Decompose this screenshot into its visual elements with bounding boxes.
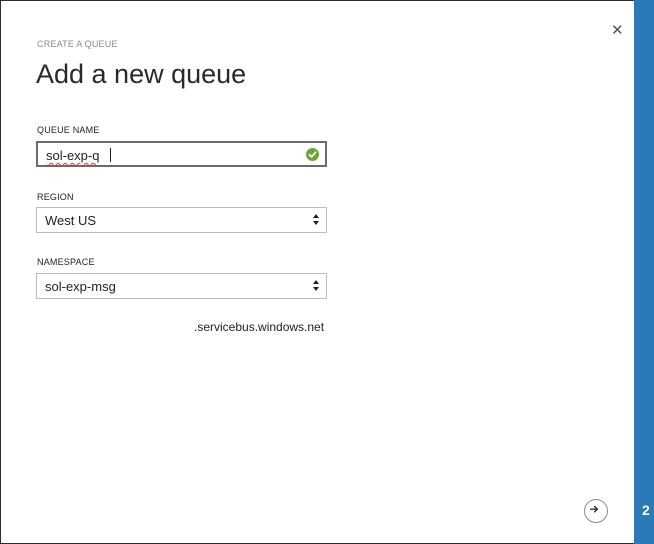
namespace-selected-value: sol-exp-msg: [45, 279, 116, 294]
queue-name-label: QUEUE NAME: [37, 125, 100, 135]
namespace-label: NAMESPACE: [37, 257, 95, 267]
page-title: Add a new queue: [36, 59, 247, 89]
region-select[interactable]: West US: [36, 207, 327, 233]
queue-name-value: sol-exp-q: [46, 148, 100, 163]
queue-name-input[interactable]: sol-exp-q: [36, 141, 327, 167]
region-label: REGION: [37, 192, 74, 202]
select-arrows-icon: [313, 280, 319, 291]
namespace-suffix: .servicebus.windows.net: [194, 320, 325, 334]
wizard-step-number: 2: [642, 502, 650, 518]
select-arrows-icon: [313, 214, 319, 225]
region-selected-value: West US: [45, 213, 97, 228]
next-button[interactable]: [584, 499, 608, 523]
namespace-select[interactable]: sol-exp-msg: [36, 273, 327, 299]
check-circle-icon: [306, 148, 319, 161]
text-caret: [110, 148, 111, 162]
wizard-step-strip: [634, 0, 654, 544]
arrow-right-icon: [589, 505, 599, 513]
create-queue-dialog: ✕ CREATE A QUEUE Add a new queue QUEUE N…: [0, 0, 634, 544]
dialog-eyebrow: CREATE A QUEUE: [37, 39, 118, 49]
close-icon[interactable]: ✕: [611, 23, 624, 38]
